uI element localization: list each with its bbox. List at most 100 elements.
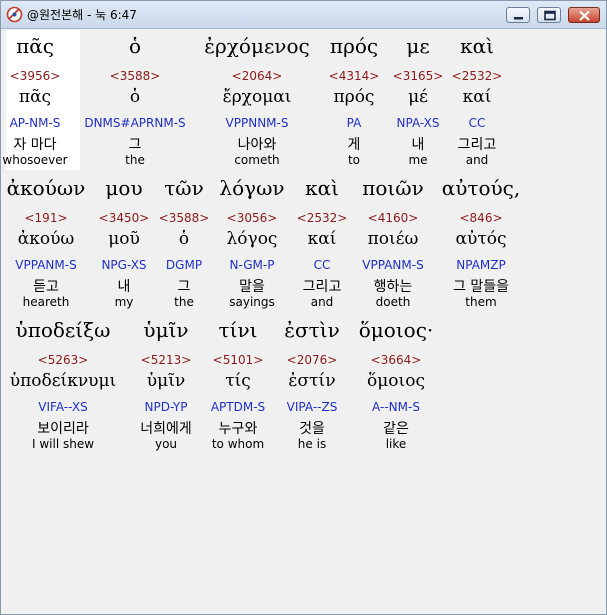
english-gloss: me [408,153,428,167]
english-gloss: to [347,153,361,167]
lemma: ποιέω [367,229,419,249]
lemma: πᾶς [18,87,52,107]
lemma: μέ [408,87,428,107]
title-bar[interactable]: @원전본해 - 눅 6:47 [1,1,606,29]
parsing-code: AP-NM-S [9,116,61,130]
strong-number[interactable]: <191> [24,211,67,225]
lemma: ἔρχομαι [222,87,292,107]
korean-gloss: 그리고 [457,137,497,153]
parsing-code: NPD-YP [144,400,188,414]
strong-number[interactable]: <5101> [213,353,264,367]
greek-word: πᾶς [16,34,54,58]
window-title: @원전본해 - 눅 6:47 [27,8,137,22]
strong-number[interactable]: <3664> [371,353,422,367]
korean-gloss: 보이리라 [37,421,89,437]
strong-number[interactable]: <3056> [227,211,278,225]
lemma: ὑμῖν [146,371,186,391]
parsing-code: NPA-XS [396,116,440,130]
greek-word: αὐτούς, [441,176,521,200]
english-gloss: the [125,153,145,167]
greek-word: μου [105,176,143,200]
english-gloss: sayings [229,295,275,309]
parsing-code: VIFA--XS [38,400,88,414]
lemma: καί [462,87,492,107]
greek-word: ποιῶν [362,176,424,200]
strong-number[interactable]: <2076> [287,353,338,367]
maximize-icon [544,10,556,21]
korean-gloss: 그 [128,137,142,153]
strong-number[interactable]: <4314> [329,69,380,83]
greek-word: ὑμῖν [143,318,189,342]
greek-word: καὶ [305,176,339,200]
strong-number[interactable]: <2064> [232,69,283,83]
korean-gloss: 내 [411,137,425,153]
strong-number[interactable]: <3450> [99,211,150,225]
korean-gloss: 행하는 [373,279,413,295]
parsing-code: CC [313,258,331,272]
strong-number[interactable]: <846> [459,211,502,225]
english-gloss: the [174,295,194,309]
strong-number[interactable]: <2532> [452,69,503,83]
lemma: τίς [225,371,251,391]
greek-word: πρός [329,34,379,58]
english-gloss: like [385,437,407,451]
parsing-code: DNMS#APRNM-S [84,116,186,130]
lemma: ὁ [129,87,141,107]
lemma: μοῦ [108,229,140,249]
interlinear-view[interactable]: πᾶς <3956> πᾶς AP-NM-S 자 마다 whosoever ὁ … [3,30,604,612]
greek-word: ὁ [128,34,142,58]
parsing-code: VPPANM-S [15,258,77,272]
minimize-icon [514,17,523,20]
korean-gloss: 누구와 [218,421,258,437]
strong-number[interactable]: <3588> [159,211,210,225]
parsing-code: VPPANM-S [362,258,424,272]
strong-number[interactable]: <4160> [368,211,419,225]
english-gloss: and [465,153,489,167]
parsing-code: CC [468,116,486,130]
korean-gloss: 말을 [239,279,265,295]
greek-word: ὑποδείξω [15,318,111,342]
lemma: ἐστίν [288,371,336,391]
korean-gloss: 같은 [383,421,409,437]
english-gloss: cometh [234,153,280,167]
korean-gloss: 게 [347,137,361,153]
korean-gloss: 자 마다 [13,137,57,153]
english-gloss: and [310,295,334,309]
strong-number[interactable]: <5263> [38,353,89,367]
lemma: ὁ [178,229,190,249]
parsing-code: VIPA--ZS [286,400,338,414]
korean-gloss: 듣고 [33,279,59,295]
parsing-code: NPAMZP [456,258,506,272]
app-icon [6,6,23,23]
parsing-code: APTDM-S [210,400,266,414]
english-gloss: you [154,437,178,451]
greek-word: τῶν [164,176,204,200]
greek-word: ἐστὶν [284,318,340,342]
close-button[interactable] [568,7,600,23]
parsing-code: VPPNNM-S [225,116,289,130]
app-window: @원전본해 - 눅 6:47 πᾶς <3956> πᾶς AP-NM-S 자 … [0,0,607,615]
lemma: ὑποδείκνυμι [9,371,117,391]
minimize-button[interactable] [506,7,530,23]
parsing-code: A--NM-S [372,400,420,414]
greek-word: ἀκούων [6,176,86,200]
english-gloss: he is [297,437,327,451]
korean-gloss: 내 [117,279,131,295]
strong-number[interactable]: <3165> [393,69,444,83]
lemma: ὅμοιος [367,371,425,391]
maximize-button[interactable] [537,7,561,23]
greek-word: ἐρχόμενος [204,34,310,58]
greek-word: καὶ [460,34,494,58]
korean-gloss: 나아와 [237,137,277,153]
english-gloss: I will shew [31,437,95,451]
strong-number[interactable]: <5213> [141,353,192,367]
strong-number[interactable]: <3956> [10,69,61,83]
korean-gloss: 그 [177,279,191,295]
parsing-code: NPG-XS [101,258,147,272]
korean-gloss: 것을 [299,421,325,437]
greek-word: τίνι [218,318,258,342]
strong-number[interactable]: <3588> [110,69,161,83]
parsing-code: PA [346,116,362,130]
strong-number[interactable]: <2532> [297,211,348,225]
korean-gloss: 너희에게 [140,421,192,437]
